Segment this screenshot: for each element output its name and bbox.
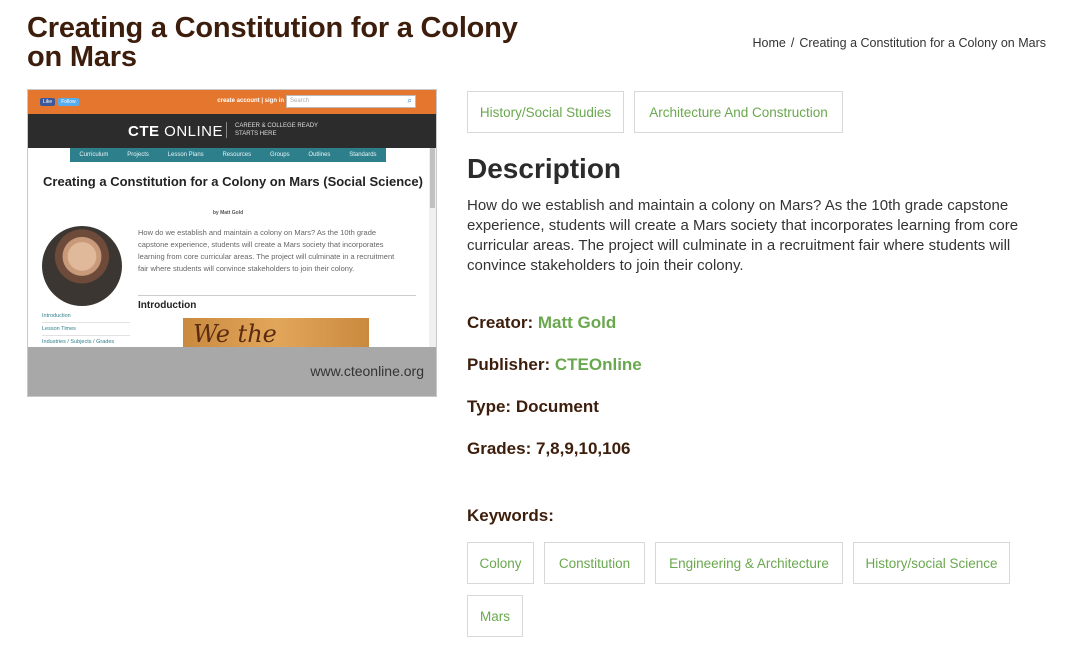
thumb-scrollbar-knob xyxy=(430,148,435,208)
thumb-nav-item: Standards xyxy=(349,152,377,158)
publisher-link[interactable]: CTEOnline xyxy=(555,355,642,374)
thumb-twitter-follow: Follow xyxy=(58,98,79,106)
resource-thumbnail[interactable]: Like Follow create account | sign in Sea… xyxy=(27,89,437,397)
creator-link[interactable]: Matt Gold xyxy=(538,313,616,332)
thumb-brand-bar: CTE ONLINE CAREER & COLLEGE READY STARTS… xyxy=(28,114,436,148)
keyword-tag-constitution[interactable]: Constitution xyxy=(544,542,645,584)
thumb-nav-item: Lesson Plans xyxy=(167,152,204,158)
creator-label: Creator: xyxy=(467,313,534,332)
description-text: How do we establish and maintain a colon… xyxy=(467,197,1019,274)
subject-tag-history[interactable]: History/Social Studies xyxy=(467,91,624,133)
keyword-tag-engineering[interactable]: Engineering & Architecture xyxy=(655,542,843,584)
thumb-side-link: Lesson Times xyxy=(42,323,130,336)
thumb-nav-item: Outlines xyxy=(308,152,331,158)
thumb-page-title: Creating a Constitution for a Colony on … xyxy=(43,174,423,189)
publisher-label: Publisher: xyxy=(467,355,551,374)
keywords-label: Keywords: xyxy=(467,506,554,525)
thumb-divider xyxy=(138,295,416,296)
thumb-brand-light: ONLINE xyxy=(164,123,224,140)
page-title: Creating a Constitution for a Colony on … xyxy=(27,12,518,73)
thumb-side-links: Introduction Lesson Times Industries / S… xyxy=(42,310,130,349)
subject-tag-architecture[interactable]: Architecture And Construction xyxy=(634,91,843,133)
thumb-brand-logo: CTE ONLINE xyxy=(128,123,223,140)
grades-value: 7,8,9,10,106 xyxy=(535,439,631,458)
breadcrumb-separator: / xyxy=(790,36,795,50)
thumb-tagline: CAREER & COLLEGE READY STARTS HERE xyxy=(226,122,326,138)
thumb-nav-item: Projects xyxy=(127,152,149,158)
thumb-intro-heading: Introduction xyxy=(138,300,197,311)
thumb-search-placeholder: Search xyxy=(290,98,310,104)
avatar xyxy=(42,226,122,306)
thumb-account-links: create account | sign in xyxy=(217,98,284,104)
thumb-search-box: Search ⌕ xyxy=(286,95,416,108)
grades-label: Grades: xyxy=(467,439,532,458)
description-heading: Description xyxy=(467,153,622,184)
search-icon: ⌕ xyxy=(407,96,412,105)
thumb-byline: by Matt Gold xyxy=(212,210,244,216)
keyword-tag-colony[interactable]: Colony xyxy=(467,542,534,584)
thumb-brand-bold: CTE xyxy=(128,123,160,140)
thumb-facebook-like: Like xyxy=(40,98,56,106)
thumb-nav-item: Curriculum xyxy=(79,152,109,158)
breadcrumb-current: Creating a Constitution for a Colony on … xyxy=(799,36,1046,50)
thumb-side-link: Introduction xyxy=(42,310,130,323)
type-value: Document xyxy=(515,397,599,416)
thumb-social-buttons: Like Follow xyxy=(40,98,79,106)
thumb-blurb: How do we establish and maintain a colon… xyxy=(138,228,395,273)
thumb-site-url: www.cteonline.org xyxy=(310,363,424,379)
type-label: Type: xyxy=(467,397,512,416)
creator-row: Creator: Matt Gold xyxy=(467,313,616,333)
grades-row: Grades: 7,8,9,10,106 xyxy=(467,439,631,459)
keyword-tag-history-social-science[interactable]: History/social Science xyxy=(853,542,1010,584)
thumb-site-overlay: www.cteonline.org xyxy=(28,347,436,396)
thumb-nav-item: Resources xyxy=(222,152,252,158)
type-row: Type: Document xyxy=(467,397,599,417)
thumb-nav: Curriculum Projects Lesson Plans Resourc… xyxy=(70,148,386,162)
breadcrumb: Home / Creating a Constitution for a Colon… xyxy=(753,36,1046,50)
thumb-topbar: Like Follow create account | sign in Sea… xyxy=(28,90,436,114)
thumb-nav-item: Groups xyxy=(269,152,290,158)
publisher-row: Publisher: CTEOnline xyxy=(467,355,642,375)
breadcrumb-home-link[interactable]: Home xyxy=(753,36,786,50)
keyword-tag-mars[interactable]: Mars xyxy=(467,595,523,637)
